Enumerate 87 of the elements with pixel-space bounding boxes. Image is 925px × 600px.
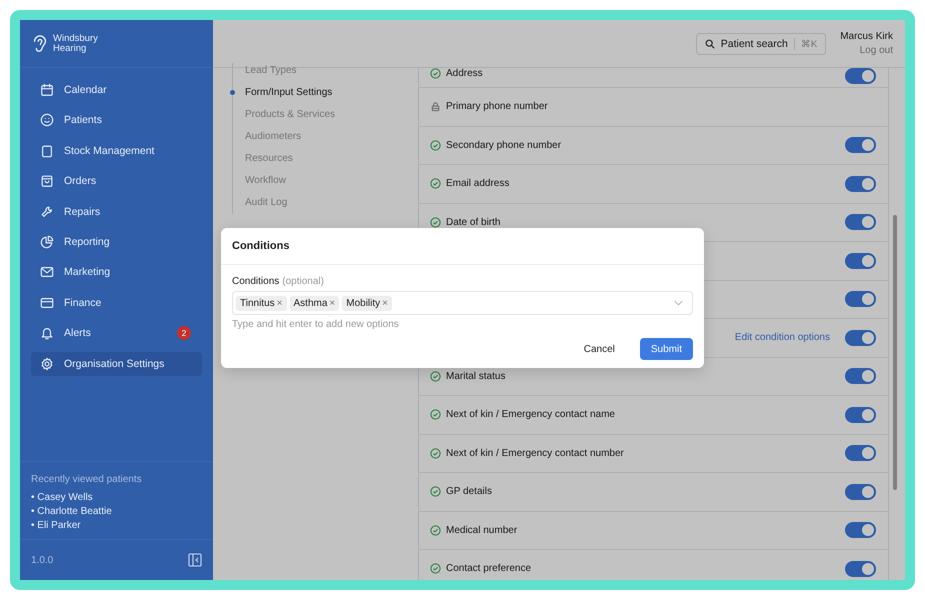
field-label: Next of kin / Emergency contact number xyxy=(446,448,624,459)
brand-name: Hearing xyxy=(53,44,86,54)
check-circle-icon xyxy=(430,524,441,536)
check-circle-icon xyxy=(430,486,441,498)
condition-tag: Mobility × xyxy=(342,296,392,310)
toggle-switch[interactable] xyxy=(845,445,876,462)
collapse-sidebar-icon[interactable] xyxy=(188,553,202,567)
nav-item[interactable]: Organisation Settings xyxy=(31,352,202,376)
scrollbar-thumb[interactable] xyxy=(893,215,897,490)
nav-item[interactable]: Calendar xyxy=(31,78,202,102)
field-label: Date of birth xyxy=(446,216,500,228)
toggle-switch[interactable] xyxy=(845,252,876,269)
toggle-switch[interactable] xyxy=(845,522,876,538)
toggle-switch[interactable] xyxy=(845,406,876,423)
card-icon xyxy=(40,296,54,310)
toggle-switch[interactable] xyxy=(845,214,876,230)
toggle-switch[interactable] xyxy=(845,560,876,577)
check-circle-icon xyxy=(430,409,441,420)
version-label: 1.0.0 xyxy=(31,554,54,566)
nav-item[interactable]: Repairs xyxy=(31,200,202,224)
keyboard-shortcut: ⌘K xyxy=(794,38,818,50)
check-circle-icon xyxy=(430,140,441,151)
field-label: Contact preference xyxy=(446,563,532,574)
toggle-switch[interactable] xyxy=(845,291,876,308)
toggle-switch[interactable] xyxy=(845,68,876,84)
logout-link[interactable]: Log out xyxy=(860,45,893,56)
optional-hint: (optional) xyxy=(282,276,324,287)
wrench-icon xyxy=(40,204,54,219)
ear-logo-icon xyxy=(31,32,49,54)
helper-text: Type and hit enter to add new options xyxy=(232,319,400,330)
calendar-icon xyxy=(40,83,54,97)
bell-icon xyxy=(40,326,54,340)
chevron-down-icon xyxy=(674,300,683,306)
edit-condition-options-link[interactable]: Edit condition options xyxy=(734,332,830,344)
user-name: Marcus Kirk xyxy=(840,31,893,42)
field-label: GP details xyxy=(446,486,492,498)
settings-nav-item[interactable]: Form/Input Settings xyxy=(233,85,408,100)
search-icon xyxy=(704,38,715,48)
condition-tag: Tinnitus × xyxy=(236,296,286,310)
field-label: Medical number xyxy=(446,524,518,536)
toggle-switch[interactable] xyxy=(845,176,876,192)
nav-item[interactable]: Stock Management xyxy=(31,138,202,163)
nav-item[interactable]: Finance xyxy=(31,290,202,315)
field-label: Secondary phone number xyxy=(446,140,562,151)
recent-patient-link[interactable]: • Eli Parker xyxy=(31,520,202,531)
remove-tag-icon[interactable]: × xyxy=(382,298,388,308)
check-circle-icon xyxy=(430,370,441,382)
recent-patients-heading: Recently viewed patients xyxy=(31,474,143,485)
lock-icon xyxy=(430,101,441,112)
patient-search-button[interactable]: Patient search ⌘K xyxy=(696,32,826,54)
nav-item[interactable]: Alerts 2 xyxy=(31,321,202,346)
remove-tag-icon[interactable]: × xyxy=(329,298,336,308)
gear-icon xyxy=(40,356,54,371)
field-label: Primary phone number xyxy=(446,101,548,112)
field-label: Conditions xyxy=(232,276,280,287)
conditions-multiselect[interactable]: Tinnitus × Asthma × Mobility × xyxy=(232,291,693,315)
field-label: Marital status xyxy=(446,370,506,382)
check-circle-icon xyxy=(430,216,441,228)
nav-item[interactable]: Reporting xyxy=(31,230,202,254)
dialog-title: Conditions xyxy=(221,228,704,265)
check-circle-icon xyxy=(430,448,441,459)
pie-icon xyxy=(40,234,54,249)
brand-name: Windsbury xyxy=(53,34,98,44)
check-circle-icon xyxy=(430,178,441,190)
bag-icon xyxy=(40,174,54,188)
nav-item[interactable]: Patients xyxy=(31,108,202,132)
submit-button[interactable]: Submit xyxy=(640,338,693,360)
check-circle-icon xyxy=(430,563,441,574)
remove-tag-icon[interactable]: × xyxy=(276,298,282,308)
recent-patient-link[interactable]: • Casey Wells xyxy=(31,492,202,503)
nav-item[interactable]: Marketing xyxy=(31,260,202,284)
mail-icon xyxy=(40,265,54,280)
clipboard-icon xyxy=(40,144,54,158)
nav-item[interactable]: Orders xyxy=(31,169,202,194)
toggle-switch[interactable] xyxy=(845,137,876,154)
field-label: Email address xyxy=(446,178,510,190)
toggle-switch[interactable] xyxy=(845,368,876,384)
smile-icon xyxy=(40,113,54,128)
check-circle-icon xyxy=(430,68,441,79)
cancel-button[interactable]: Cancel xyxy=(572,338,626,360)
field-label: Address xyxy=(446,68,483,79)
recent-patient-link[interactable]: • Charlotte Beattie xyxy=(31,506,202,517)
toggle-switch[interactable] xyxy=(845,484,876,500)
alert-count-badge: 2 xyxy=(177,326,191,340)
field-label: Next of kin / Emergency contact name xyxy=(446,409,615,420)
toggle-switch[interactable] xyxy=(845,330,876,346)
condition-tag: Asthma × xyxy=(290,296,340,310)
